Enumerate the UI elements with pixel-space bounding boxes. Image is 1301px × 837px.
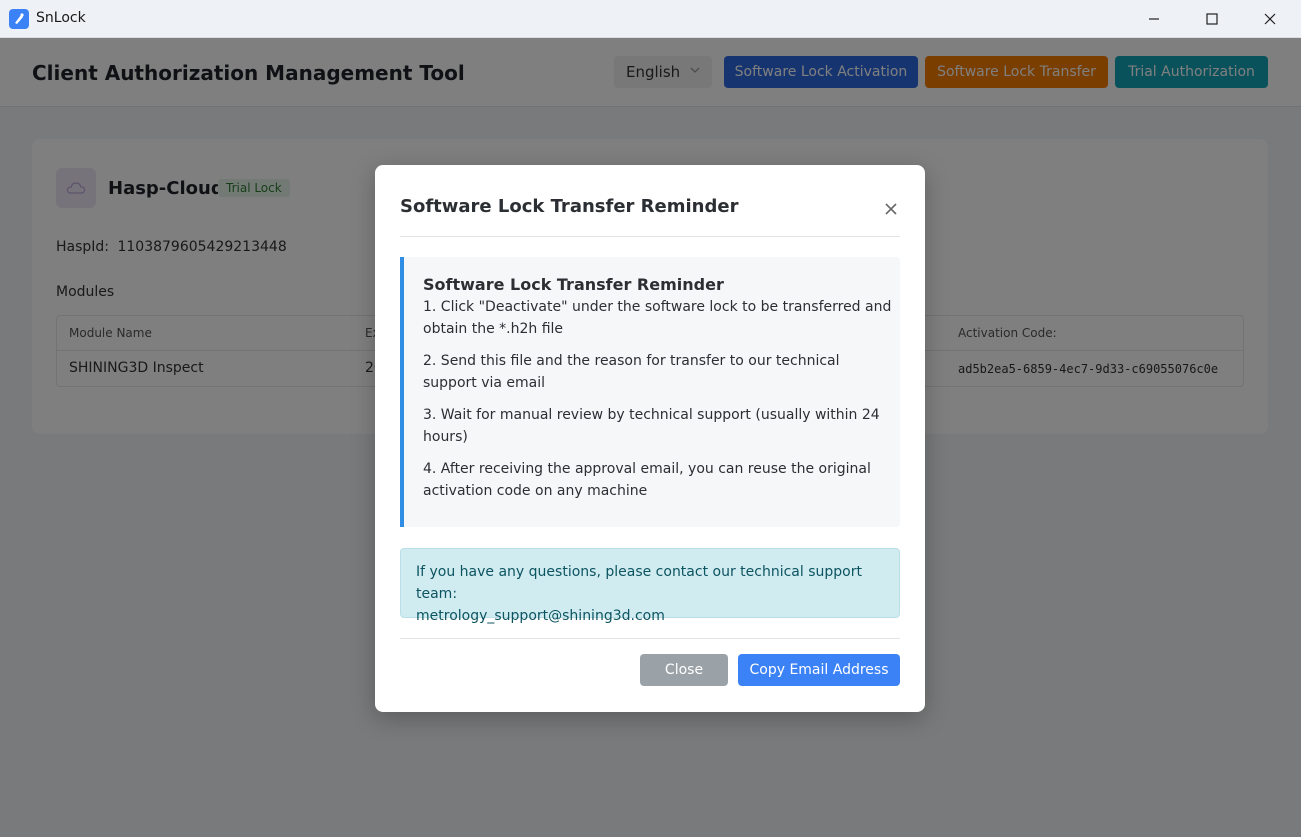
close-icon	[1264, 13, 1276, 25]
close-button[interactable]: Close	[640, 654, 728, 686]
dialog-title: Software Lock Transfer Reminder	[400, 196, 739, 217]
dialog-header-divider	[400, 236, 900, 237]
transfer-reminder-dialog: Software Lock Transfer Reminder Software…	[375, 165, 925, 712]
transfer-steps-panel: Software Lock Transfer Reminder 1. Click…	[400, 257, 900, 527]
copy-email-button[interactable]: Copy Email Address	[738, 654, 900, 686]
step-1: 1. Click "Deactivate" under the software…	[423, 299, 892, 337]
dialog-footer-divider	[400, 638, 900, 639]
support-email[interactable]: metrology_support@shining3d.com	[416, 605, 884, 627]
dialog-close-button[interactable]	[880, 198, 902, 220]
maximize-icon	[1206, 13, 1218, 25]
minimize-icon	[1149, 18, 1159, 20]
close-icon	[885, 203, 897, 215]
window-close-button[interactable]	[1241, 0, 1299, 38]
support-contact-box: If you have any questions, please contac…	[400, 548, 900, 624]
step-3: 3. Wait for manual review by technical s…	[423, 407, 880, 445]
minimize-button[interactable]	[1125, 0, 1183, 38]
step-4: 4. After receiving the approval email, y…	[423, 461, 871, 499]
window-title: SnLock	[36, 10, 86, 26]
maximize-button[interactable]	[1183, 0, 1241, 38]
step-2: 2. Send this file and the reason for tra…	[423, 353, 840, 391]
snlock-app-icon	[9, 9, 29, 29]
window-titlebar: SnLock	[0, 0, 1301, 38]
contact-text: If you have any questions, please contac…	[416, 564, 862, 602]
steps-heading: Software Lock Transfer Reminder	[423, 275, 724, 294]
